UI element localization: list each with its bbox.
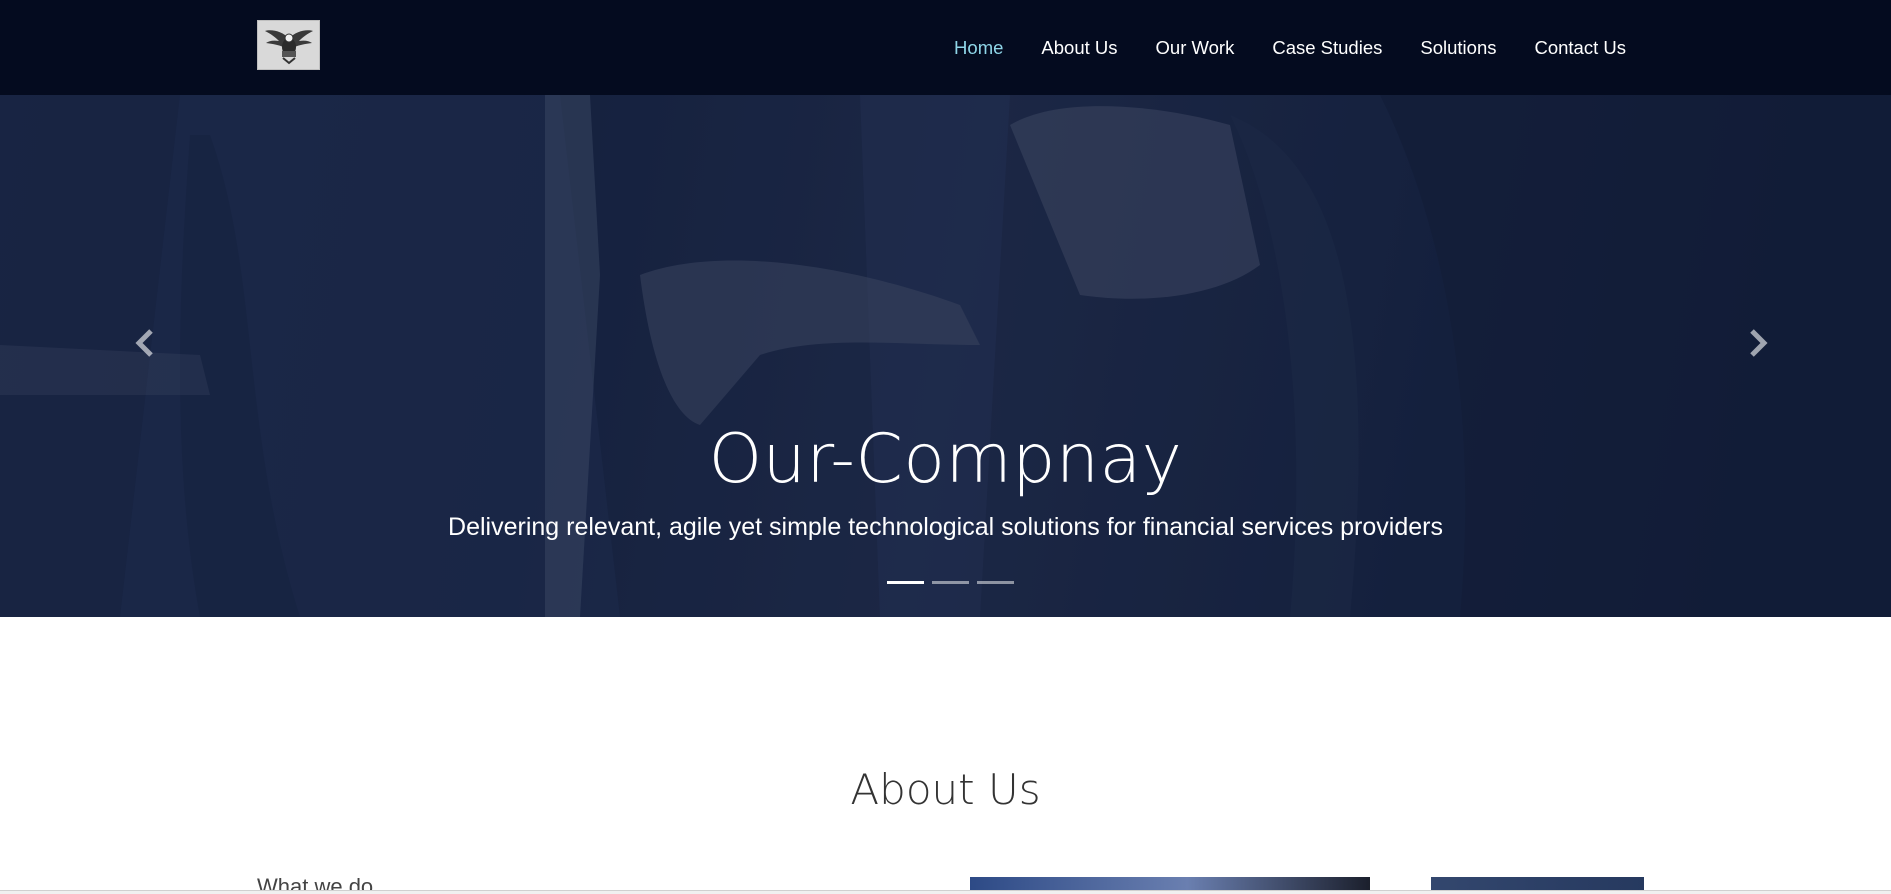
nav-home[interactable]: Home <box>954 37 1003 59</box>
chevron-right-icon <box>1750 329 1768 357</box>
carousel-next-button[interactable] <box>1739 323 1779 363</box>
carousel-indicator-2[interactable] <box>932 581 969 584</box>
nav-case-studies[interactable]: Case Studies <box>1272 37 1382 59</box>
main-nav: Home About Us Our Work Case Studies Solu… <box>954 0 1626 95</box>
chevron-left-icon <box>135 329 153 357</box>
eagle-emblem-icon <box>264 30 313 65</box>
carousel-indicator-3[interactable] <box>977 581 1014 584</box>
carousel-indicator-1[interactable] <box>887 581 924 584</box>
carousel-indicators <box>887 581 1014 584</box>
nav-solutions[interactable]: Solutions <box>1420 37 1496 59</box>
carousel-prev-button[interactable] <box>124 323 164 363</box>
nav-our-work[interactable]: Our Work <box>1156 37 1235 59</box>
horizontal-scrollbar[interactable] <box>0 890 1891 894</box>
hero-carousel: Our-Compnay Delivering relevant, agile y… <box>0 95 1891 617</box>
hero-subtitle: Delivering relevant, agile yet simple te… <box>448 513 1443 541</box>
about-heading: About Us <box>850 765 1041 814</box>
nav-contact-us[interactable]: Contact Us <box>1534 37 1626 59</box>
hero-title: Our-Compnay <box>708 420 1183 499</box>
site-logo[interactable] <box>257 20 320 70</box>
top-navbar: Home About Us Our Work Case Studies Solu… <box>0 0 1891 95</box>
nav-about-us[interactable]: About Us <box>1041 37 1117 59</box>
